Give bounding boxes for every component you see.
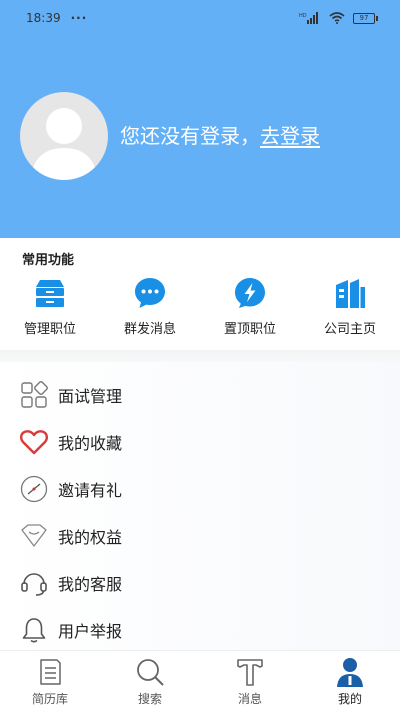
menu-item-customer-service[interactable]: 我的客服 <box>0 560 400 606</box>
menu-item-label: 用户举报 <box>58 622 123 641</box>
nav-tab-search[interactable]: 搜索 <box>100 651 200 711</box>
profile-header: 18:39 ··· HD 97 您还没有登录，去登录 <box>0 0 400 238</box>
signal-icon: HD <box>299 12 318 24</box>
nav-tab-label: 消息 <box>237 692 262 706</box>
login-prompt-row: 您还没有登录，去登录 <box>120 120 320 149</box>
section-divider <box>0 350 400 362</box>
nav-tab-resume-library[interactable]: 简历库 <box>0 651 100 711</box>
menu-item-label: 面试管理 <box>58 387 123 406</box>
quick-item-manage-jobs[interactable]: 管理职位 <box>0 276 100 337</box>
menu-item-my-benefits[interactable]: 我的权益 <box>0 513 400 559</box>
heart-icon <box>20 428 48 456</box>
wifi-icon <box>329 12 345 24</box>
quick-item-label: 置顶职位 <box>223 322 276 337</box>
nav-tab-mine[interactable]: 我的 <box>300 651 400 711</box>
default-avatar-icon <box>30 108 98 180</box>
nav-tab-label: 简历库 <box>31 692 68 706</box>
svg-text:HD: HD <box>299 13 307 19</box>
login-link[interactable]: 去登录 <box>260 124 320 148</box>
status-dots: ··· <box>70 11 88 25</box>
diamond-icon <box>20 522 48 550</box>
menu-item-interview-management[interactable]: 面试管理 <box>0 372 400 418</box>
gift-icon <box>20 475 48 503</box>
quick-functions-grid: 管理职位 群发消息 置顶职位 公司主页 <box>0 276 400 337</box>
menu-item-label: 我的权益 <box>58 528 123 547</box>
avatar[interactable] <box>20 92 108 180</box>
chat-bubble-icon <box>133 276 167 310</box>
status-bar: 18:39 ··· HD 97 <box>0 0 400 36</box>
document-icon <box>34 657 66 687</box>
nav-tab-messages[interactable]: 消息 <box>200 651 300 711</box>
headset-icon <box>20 569 48 597</box>
battery-icon: 97 <box>353 12 378 24</box>
menu-list: 面试管理 我的收藏 邀请有礼 我的权益 我的客服 用户举报 <box>0 362 400 650</box>
menu-item-user-report[interactable]: 用户举报 <box>0 607 400 650</box>
quick-item-company-home[interactable]: 公司主页 <box>300 276 400 337</box>
quick-item-pin-job[interactable]: 置顶职位 <box>200 276 300 337</box>
quick-functions-panel: 常用功能 管理职位 群发消息 置顶职位 公司主页 <box>0 238 400 350</box>
nav-tab-label: 我的 <box>337 692 362 706</box>
menu-item-label: 我的客服 <box>58 575 123 594</box>
menu-item-label: 我的收藏 <box>58 434 123 453</box>
login-prompt-text: 您还没有登录， <box>120 124 260 148</box>
nav-tab-label: 搜索 <box>137 692 162 706</box>
menu-item-invite-rewards[interactable]: 邀请有礼 <box>0 466 400 512</box>
battery-level: 97 <box>353 12 375 24</box>
search-icon <box>134 657 166 687</box>
profile-icon <box>334 657 366 687</box>
quick-item-label: 群发消息 <box>123 322 176 337</box>
profile-screen: 18:39 ··· HD 97 您还没有登录，去登录 常用功能 管理职位 群发消… <box>0 0 400 711</box>
quick-item-label: 管理职位 <box>23 322 76 337</box>
quick-item-label: 公司主页 <box>323 322 376 337</box>
bottom-nav: 简历库 搜索 消息 我的 <box>0 650 400 711</box>
bell-icon <box>20 616 48 644</box>
menu-item-my-favorites[interactable]: 我的收藏 <box>0 419 400 465</box>
menu-item-label: 邀请有礼 <box>58 481 123 500</box>
building-icon <box>333 276 367 310</box>
drawer-icon <box>33 276 67 310</box>
lightning-icon <box>233 276 267 310</box>
quick-functions-title: 常用功能 <box>22 253 75 268</box>
status-time: 18:39 <box>26 11 61 25</box>
status-icons: HD 97 <box>299 12 378 24</box>
message-icon <box>234 657 266 687</box>
quick-item-broadcast-message[interactable]: 群发消息 <box>100 276 200 337</box>
grid-icon <box>20 381 48 409</box>
